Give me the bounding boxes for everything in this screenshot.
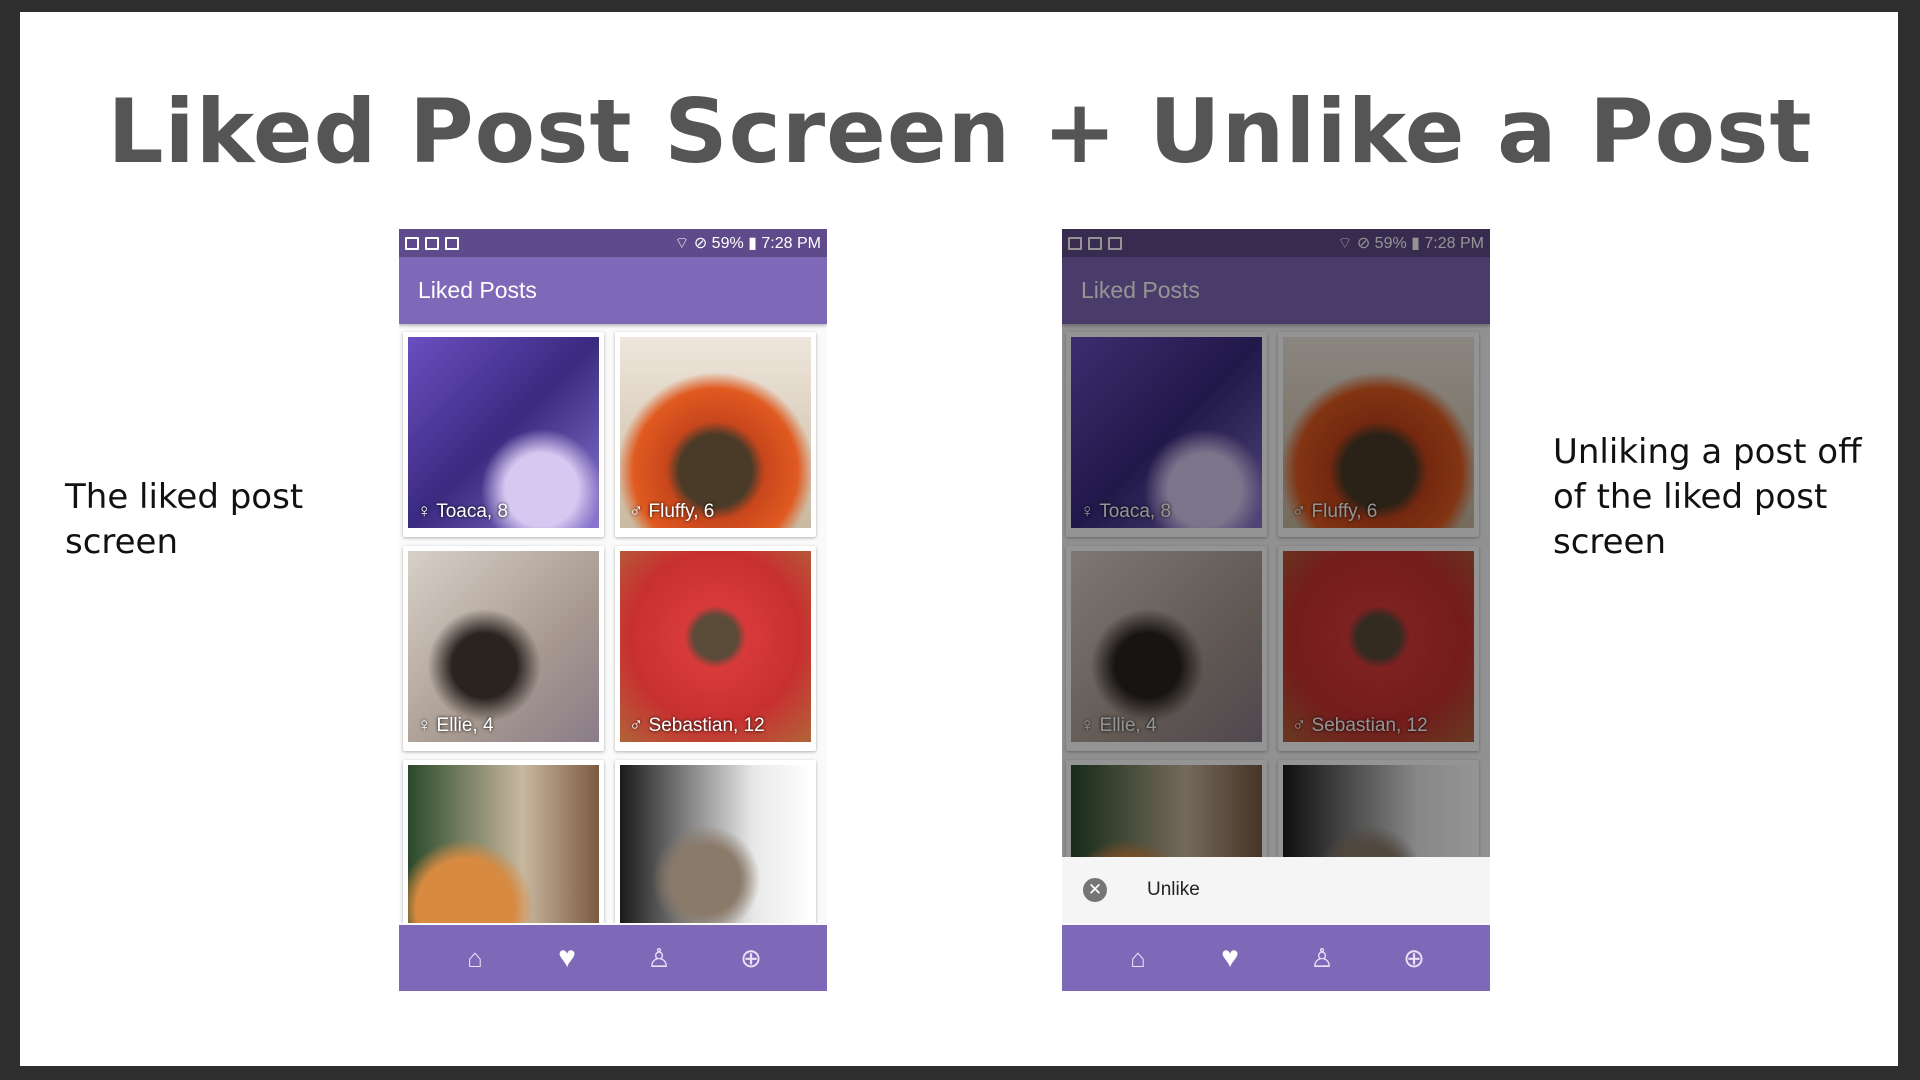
status-bar: ⌔ ⊘ 59% ▮ 7:28 PM	[399, 229, 827, 257]
slide-title: Liked Post Screen + Unlike a Post	[107, 80, 1813, 183]
pet-photo	[620, 551, 811, 742]
post-card[interactable]: ♀ Toaca, 8	[403, 332, 604, 537]
caption-left: The liked post screen	[65, 477, 304, 562]
home-icon[interactable]: ⌂	[1118, 943, 1158, 974]
pet-photo	[620, 765, 811, 923]
clock: 7:28 PM	[761, 235, 821, 252]
close-circle-icon[interactable]: ✕	[1083, 878, 1107, 902]
unlike-bottom-sheet[interactable]: ✕ Unlike	[1062, 857, 1490, 923]
gender-icon: ♂	[629, 501, 644, 522]
pet-label: ♀ Toaca, 8	[417, 501, 508, 523]
pet-label: ♂ Fluffy, 6	[629, 501, 714, 523]
gender-icon: ♂	[629, 715, 644, 736]
pet-name-age: Fluffy, 6	[648, 501, 715, 522]
bottom-nav: ⌂ ♥ ♙ ⊕	[1062, 925, 1490, 991]
phone-liked-posts: ⌔ ⊘ 59% ▮ 7:28 PM Liked Posts ♀ Toaca, 8…	[399, 229, 827, 991]
app-title: Liked Posts	[418, 277, 537, 303]
app-bar: Liked Posts	[399, 257, 827, 324]
pet-photo	[408, 551, 599, 742]
gender-icon: ♀	[417, 715, 432, 736]
pet-name-age: Ellie, 4	[436, 715, 494, 736]
unlike-button[interactable]: Unlike	[1147, 879, 1200, 901]
pet-label: ♀ Ellie, 4	[417, 715, 494, 737]
heart-icon[interactable]: ♥	[1210, 941, 1250, 975]
add-circle-icon[interactable]: ⊕	[1394, 943, 1434, 974]
post-card[interactable]: ♂ Fluffy, 6	[615, 332, 816, 537]
gallery-icon	[405, 236, 419, 250]
person-icon[interactable]: ♙	[1302, 943, 1342, 974]
pet-photo	[408, 765, 599, 923]
pet-photo	[620, 337, 811, 528]
liked-posts-grid: ♀ Toaca, 8 ♂ Fluffy, 6 ♀ Ellie, 4 ♂ Sebasti…	[399, 324, 827, 923]
pet-photo	[408, 337, 599, 528]
home-icon[interactable]: ⌂	[455, 943, 495, 974]
flipboard-icon	[425, 236, 439, 250]
pet-name-age: Sebastian, 12	[648, 715, 765, 736]
person-icon[interactable]: ♙	[639, 943, 679, 974]
add-circle-icon[interactable]: ⊕	[731, 943, 771, 974]
post-card[interactable]	[615, 760, 816, 923]
post-card[interactable]: ♂ Sebastian, 12	[615, 546, 816, 751]
phone-unlike: ⌔ ⊘ 59% ▮ 7:28 PM Liked Posts ♀ Toaca, 8…	[1062, 229, 1490, 991]
gender-icon: ♀	[417, 501, 432, 522]
caption-right: Unliking a post off of the liked post sc…	[1553, 432, 1862, 562]
heart-icon[interactable]: ♥	[547, 941, 587, 975]
sim-icon	[445, 236, 459, 250]
bottom-nav: ⌂ ♥ ♙ ⊕	[399, 925, 827, 991]
wifi-icon: ⌔ ⊘	[674, 235, 712, 252]
pet-name-age: Toaca, 8	[436, 501, 509, 522]
pet-label: ♂ Sebastian, 12	[629, 715, 765, 737]
scrim-overlay[interactable]	[1062, 229, 1490, 857]
post-card[interactable]: ♀ Ellie, 4	[403, 546, 604, 751]
battery-level: 59%	[711, 235, 744, 252]
post-card[interactable]	[403, 760, 604, 923]
